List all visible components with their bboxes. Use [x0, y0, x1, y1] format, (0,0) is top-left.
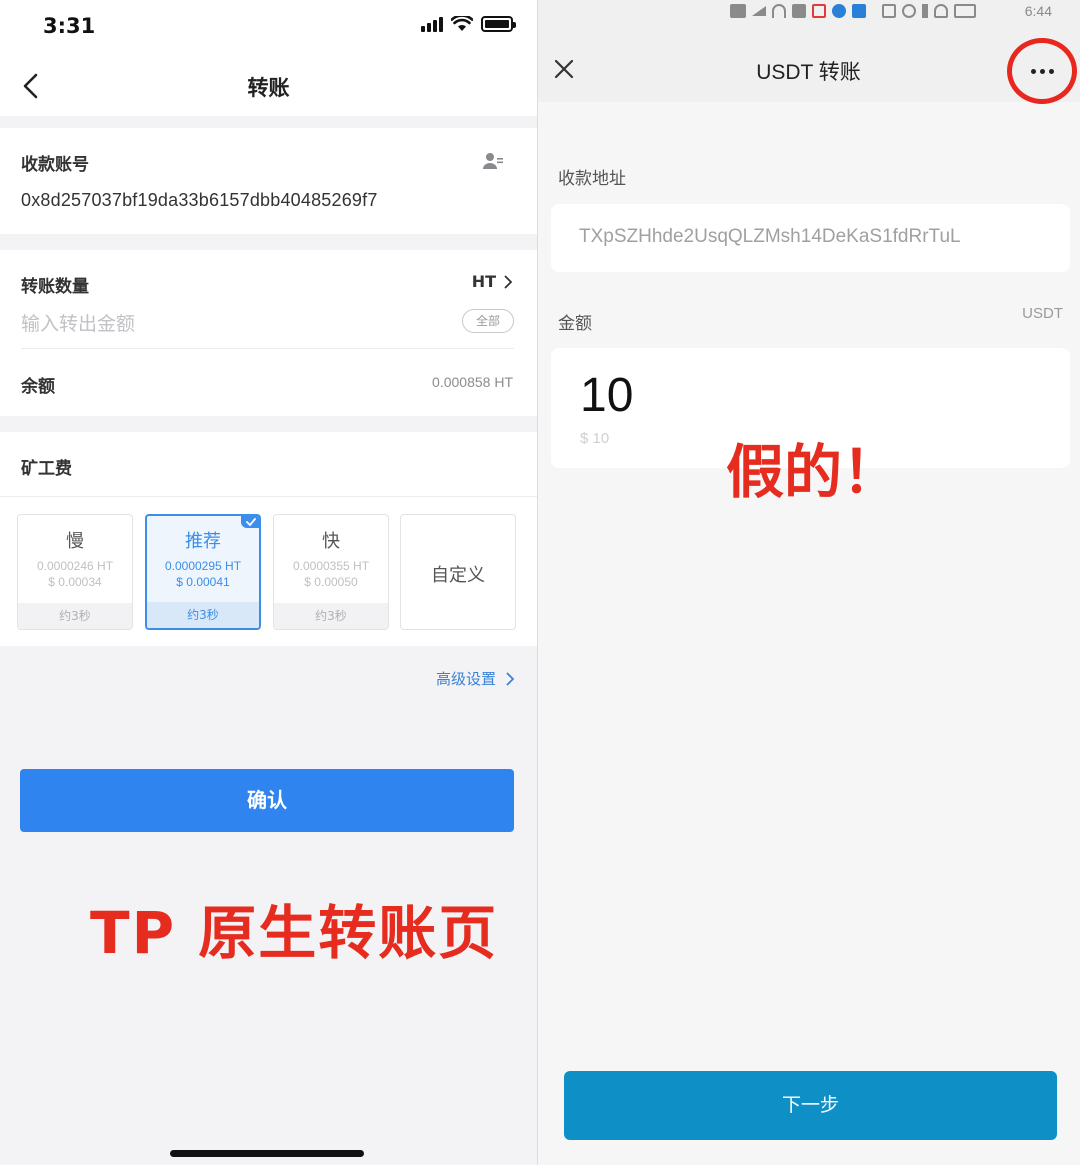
panel-divider [537, 0, 538, 1165]
token-symbol: HT [471, 272, 496, 291]
divider [0, 496, 537, 497]
fee-option-name: 快 [322, 531, 340, 552]
fee-option-recommended[interactable]: 推荐 0.0000295 HT $ 0.00041 约3秒 [145, 514, 261, 630]
app-icon [832, 4, 846, 18]
nfc-icon [882, 4, 896, 18]
fee-option-custom[interactable]: 自定义 [400, 514, 516, 630]
more-dots-icon[interactable] [1007, 38, 1077, 104]
mute-icon [934, 4, 948, 18]
miner-fee-card: 矿工费 慢 0.0000246 HT $ 0.00034 约3秒 推荐 0.00… [0, 432, 537, 646]
signal-icon [752, 6, 766, 16]
page-title: 转账 [247, 76, 290, 100]
token-selector[interactable]: HT [472, 272, 513, 291]
fee-option-amount: 0.0000355 HT [292, 559, 370, 573]
address-field[interactable]: TXpSZHhde2UsqQLZMsh14DeKaS1fdRrTuL [551, 204, 1070, 272]
checkmark-icon [241, 516, 259, 528]
annotation-caption-right: 假的！ [726, 438, 901, 506]
app-icon [812, 4, 826, 18]
status-icons [421, 16, 516, 32]
fee-option-usd: $ 0.00034 [48, 575, 102, 589]
fee-option-usd: $ 0.00041 [176, 575, 230, 589]
amount-label: 转账数量 [21, 277, 89, 297]
recipient-address[interactable]: 0x8d257037bf19da33b6157dbb40485269f7 [21, 190, 378, 211]
annotation-caption-left: TP 原生转账页 [90, 899, 499, 967]
alarm-icon [902, 4, 916, 18]
address-label: 收款地址 [558, 169, 626, 189]
ios-status-bar: 3:31 [0, 0, 537, 56]
android-status-icons [730, 4, 976, 18]
fee-option-name: 慢 [66, 531, 84, 552]
divider [21, 348, 514, 349]
amount-value: 10 [580, 369, 634, 422]
video-icon [792, 4, 806, 18]
fee-option-amount: 0.0000295 HT [164, 559, 242, 573]
confirm-button[interactable]: 确认 [20, 769, 514, 832]
chevron-right-icon [504, 275, 513, 288]
header-bar: 6:44 USDT 转账 [537, 0, 1080, 104]
nav-bar: 转账 [0, 56, 537, 116]
fee-option-amount: 0.0000246 HT [36, 559, 114, 573]
status-time: 3:31 [43, 14, 96, 38]
wifi-icon [772, 4, 786, 18]
contact-book-icon[interactable] [482, 152, 504, 170]
recipient-account-card: 收款账号 0x8d257037bf19da33b6157dbb40485269f… [0, 128, 537, 234]
battery-icon [954, 4, 976, 18]
advanced-settings-label: 高级设置 [435, 670, 496, 688]
all-amount-button[interactable]: 全部 [462, 309, 514, 333]
fee-option-time: 约3秒 [274, 603, 388, 629]
amount-card: 转账数量 HT 全部 余额 0.000858 HT [0, 250, 537, 416]
hd-icon [730, 4, 746, 18]
fee-option-time: 约3秒 [147, 602, 259, 628]
advanced-settings-link[interactable]: 高级设置 [436, 668, 515, 689]
home-indicator [170, 1150, 364, 1157]
balance-value: 0.000858 HT [432, 374, 513, 390]
page-title: USDT 转账 [756, 61, 861, 84]
next-step-button[interactable]: 下一步 [564, 1071, 1057, 1140]
fee-option-usd: $ 0.00050 [304, 575, 358, 589]
fee-option-name: 推荐 [185, 531, 221, 552]
chevron-right-icon [506, 672, 515, 685]
bluetooth-icon [922, 4, 928, 18]
amount-label: 金额 [558, 314, 592, 334]
fee-option-slow[interactable]: 慢 0.0000246 HT $ 0.00034 约3秒 [17, 514, 133, 630]
battery-icon [481, 16, 516, 32]
tp-native-transfer-page: 3:31 转账 收款账号 0x8d257037bf19da33b6157dbb4… [0, 0, 537, 1165]
fee-option-name: 自定义 [431, 565, 485, 586]
address-value: TXpSZHhde2UsqQLZMsh14DeKaS1fdRrTuL [579, 226, 961, 247]
amount-input[interactable] [21, 308, 381, 340]
recipient-label: 收款账号 [21, 155, 89, 175]
fee-option-time: 约3秒 [18, 603, 132, 629]
fake-usdt-transfer-page: 6:44 USDT 转账 收款地址 TXpSZHhde2UsqQLZMsh14D… [537, 0, 1080, 1165]
balance-label: 余额 [21, 377, 55, 397]
status-time: 6:44 [1024, 3, 1052, 19]
cellular-signal-icon [421, 16, 443, 32]
fee-option-fast[interactable]: 快 0.0000355 HT $ 0.00050 约3秒 [273, 514, 389, 630]
wifi-icon [451, 16, 473, 32]
miner-fee-label: 矿工费 [21, 459, 72, 479]
app-icon [852, 4, 866, 18]
amount-unit: USDT [1022, 305, 1063, 322]
amount-usd: $ 10 [580, 430, 610, 447]
